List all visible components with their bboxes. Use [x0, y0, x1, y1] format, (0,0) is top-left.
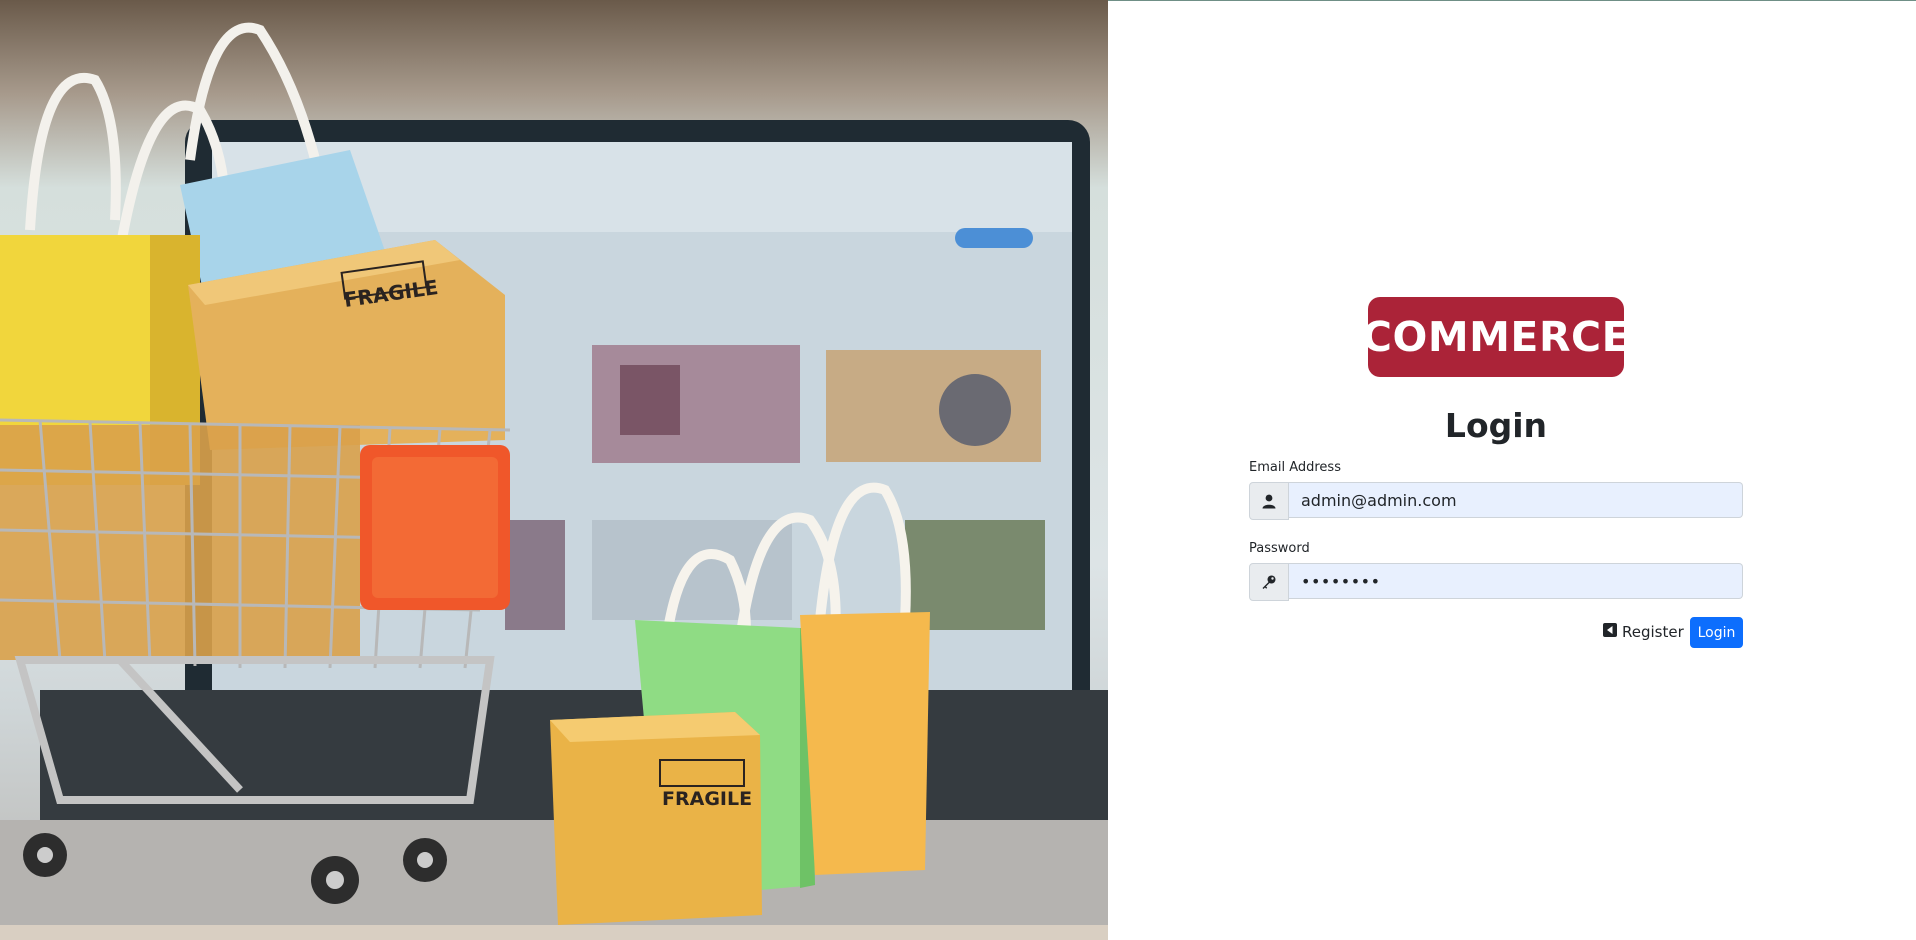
login-title: Login [1444, 406, 1548, 445]
user-icon [1249, 482, 1289, 520]
password-input[interactable] [1289, 563, 1743, 599]
key-icon [1249, 563, 1289, 601]
commerce-logo: COMMERCE [1362, 297, 1630, 377]
register-link[interactable]: Register [1603, 623, 1684, 641]
email-label: Email Address [1249, 460, 1341, 475]
register-label: Register [1622, 623, 1684, 641]
email-input-group [1249, 482, 1743, 520]
hero-image: FRAGILE FRAGILE [0, 0, 1108, 940]
email-input[interactable] [1289, 482, 1743, 518]
fragile-label-bottom: FRAGILE [662, 788, 752, 810]
caret-left-square-icon [1603, 623, 1617, 641]
password-label: Password [1249, 541, 1310, 556]
login-button[interactable]: Login [1690, 617, 1743, 648]
password-input-group [1249, 563, 1743, 601]
